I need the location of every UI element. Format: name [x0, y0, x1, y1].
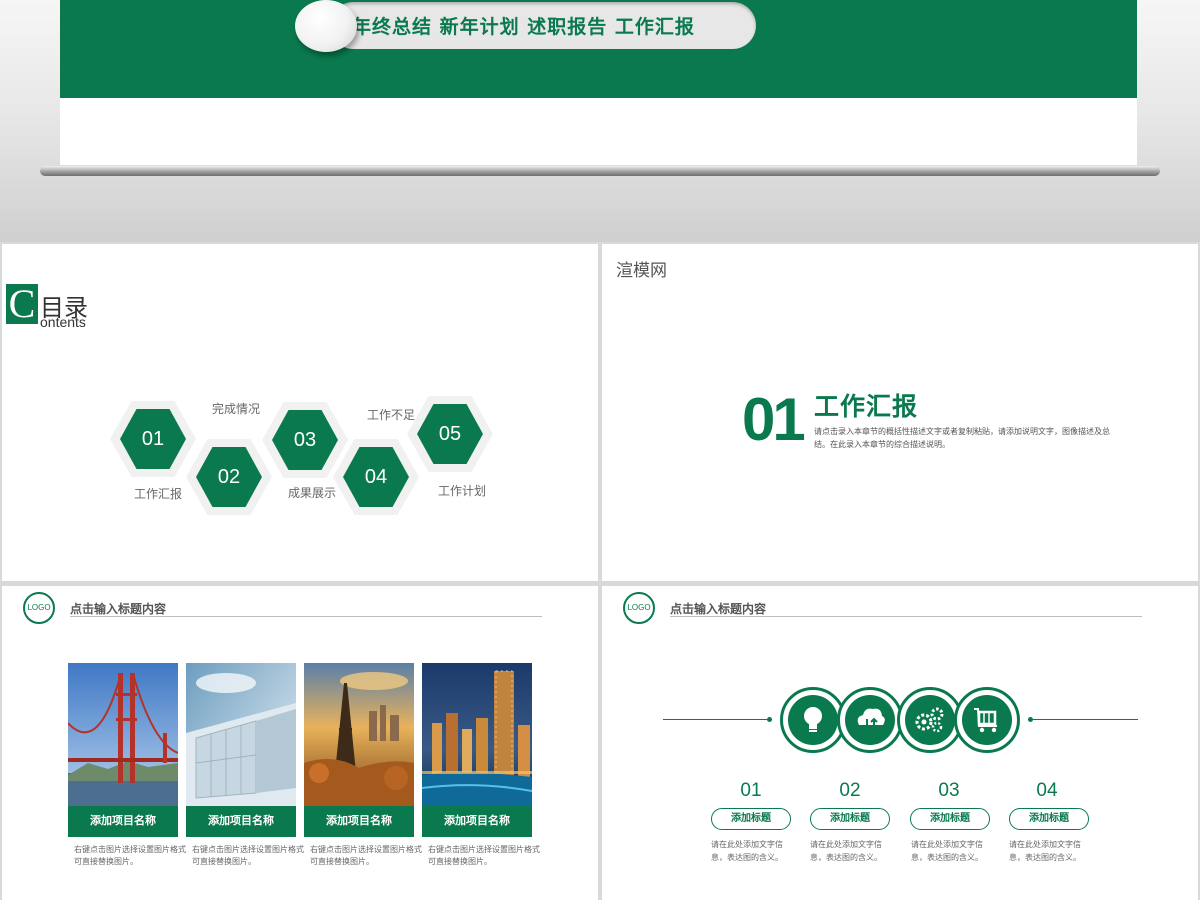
- feature-title-button[interactable]: 添加标题: [910, 808, 990, 830]
- contents-hex-03: 03: [262, 402, 348, 478]
- contents-hex-02: 02: [186, 439, 272, 515]
- logo-badge: LOGO: [623, 592, 655, 624]
- contents-label-01: 工作汇报: [134, 487, 183, 501]
- glass-building-photo: [186, 663, 296, 806]
- contents-label-02: 完成情况: [212, 402, 261, 416]
- section-number: 01: [742, 386, 806, 453]
- brand-name: 渲模网: [616, 261, 667, 280]
- feature-icon-core: [962, 695, 1012, 745]
- feature-number: 03: [938, 780, 960, 801]
- lightbulb-icon: [804, 707, 822, 732]
- project-description: 右键点击图片选择设置图片格式可直接替换图片。: [428, 845, 540, 866]
- golden-gate-bridge-photo: [68, 663, 178, 806]
- project-label: 添加项目名称: [186, 806, 296, 837]
- feature-icon-ring-4: [954, 687, 1020, 753]
- city-night-photo: [422, 663, 532, 806]
- contents-hex-01: 01: [110, 401, 196, 477]
- slide-preview-canvas: 年终总结 新年计划 述职报告 工作汇报 C 目录 ontents 01 02 0…: [0, 0, 1200, 900]
- feature-title-button[interactable]: 添加标题: [711, 808, 791, 830]
- connector-dot-right: [1028, 717, 1033, 722]
- connector-line-left: [663, 719, 771, 720]
- banner-rail: [40, 166, 1160, 176]
- slide-header-title: 点击输入标题内容: [670, 602, 767, 616]
- project-label: 添加项目名称: [304, 806, 414, 837]
- contents-label-03: 成果展示: [288, 486, 337, 500]
- project-label: 添加项目名称: [68, 806, 178, 837]
- project-description: 右键点击图片选择设置图片格式可直接替换图片。: [74, 845, 186, 866]
- header-divider: [670, 616, 1142, 617]
- slide-header-title: 点击输入标题内容: [70, 602, 167, 616]
- header-divider: [70, 616, 542, 617]
- contents-subtitle: ontents: [40, 314, 86, 330]
- slide-contents[interactable]: C 目录 ontents 01 02 03 04 05 工作汇报 完成情况 成果…: [2, 244, 598, 581]
- contents-hex-04: 04: [333, 439, 419, 515]
- feature-description: 请在此处添加文字信息，表达图的含义。: [810, 840, 882, 862]
- gears-icon: [915, 707, 944, 733]
- feature-description: 请在此处添加文字信息，表达图的含义。: [911, 840, 983, 862]
- slide-features[interactable]: LOGO 点击输入标题内容 01 02 03 04 添加标题 添加标题 添加标题…: [602, 586, 1198, 900]
- contents-label-05: 工作计划: [438, 484, 487, 498]
- contents-hex-number: 05: [417, 404, 483, 464]
- project-image-tower[interactable]: [304, 663, 414, 806]
- feature-title-button[interactable]: 添加标题: [1009, 808, 1089, 830]
- feature-icon-core: [788, 695, 838, 745]
- project-description: 右键点击图片选择设置图片格式可直接替换图片。: [192, 845, 304, 866]
- project-label: 添加项目名称: [422, 806, 532, 837]
- feature-icon-ring-2: [837, 687, 903, 753]
- project-image-city[interactable]: [422, 663, 532, 806]
- feature-description: 请在此处添加文字信息，表达图的含义。: [711, 840, 783, 862]
- contents-letter: C: [6, 284, 38, 324]
- project-image-bridge[interactable]: [68, 663, 178, 806]
- contents-label-04: 工作不足: [367, 408, 416, 422]
- project-description: 右键点击图片选择设置图片格式可直接替换图片。: [310, 845, 422, 866]
- feature-number: 01: [740, 780, 762, 801]
- section-description: 请点击录入本章节的概括性描述文字或者复制粘贴，请添加说明文字，图像描述及总结。在…: [814, 427, 1110, 449]
- cart-icon: [974, 708, 997, 733]
- connector-line-right: [1030, 719, 1138, 720]
- feature-number: 04: [1036, 780, 1058, 801]
- contents-hex-05: 05: [407, 396, 493, 472]
- banner-tagline: 年终总结 新年计划 述职报告 工作汇报: [352, 16, 695, 38]
- project-image-building[interactable]: [186, 663, 296, 806]
- contents-hex-number: 03: [272, 410, 338, 470]
- eiffel-tower-photo: [304, 663, 414, 806]
- slide-projects[interactable]: LOGO 点击输入标题内容 添加项目名称 右键点击图片选择设置图片格式可直接替换…: [2, 586, 598, 900]
- connector-dot-left: [767, 717, 772, 722]
- section-title: 工作汇报: [814, 393, 919, 421]
- feature-description: 请在此处添加文字信息，表达图的含义。: [1009, 840, 1081, 862]
- cloud-sync-icon: [857, 708, 885, 733]
- feature-number: 02: [839, 780, 861, 801]
- logo-badge: LOGO: [23, 592, 55, 624]
- slide-section[interactable]: 渲模网 01 工作汇报 请点击录入本章节的概括性描述文字或者复制粘贴，请添加说明…: [602, 244, 1198, 581]
- contents-hex-number: 02: [196, 447, 262, 507]
- feature-icon-core: [905, 695, 955, 745]
- banner-knob: [295, 0, 357, 52]
- contents-hex-number: 01: [120, 409, 186, 469]
- feature-title-button[interactable]: 添加标题: [810, 808, 890, 830]
- feature-icon-core: [845, 695, 895, 745]
- contents-hex-number: 04: [343, 447, 409, 507]
